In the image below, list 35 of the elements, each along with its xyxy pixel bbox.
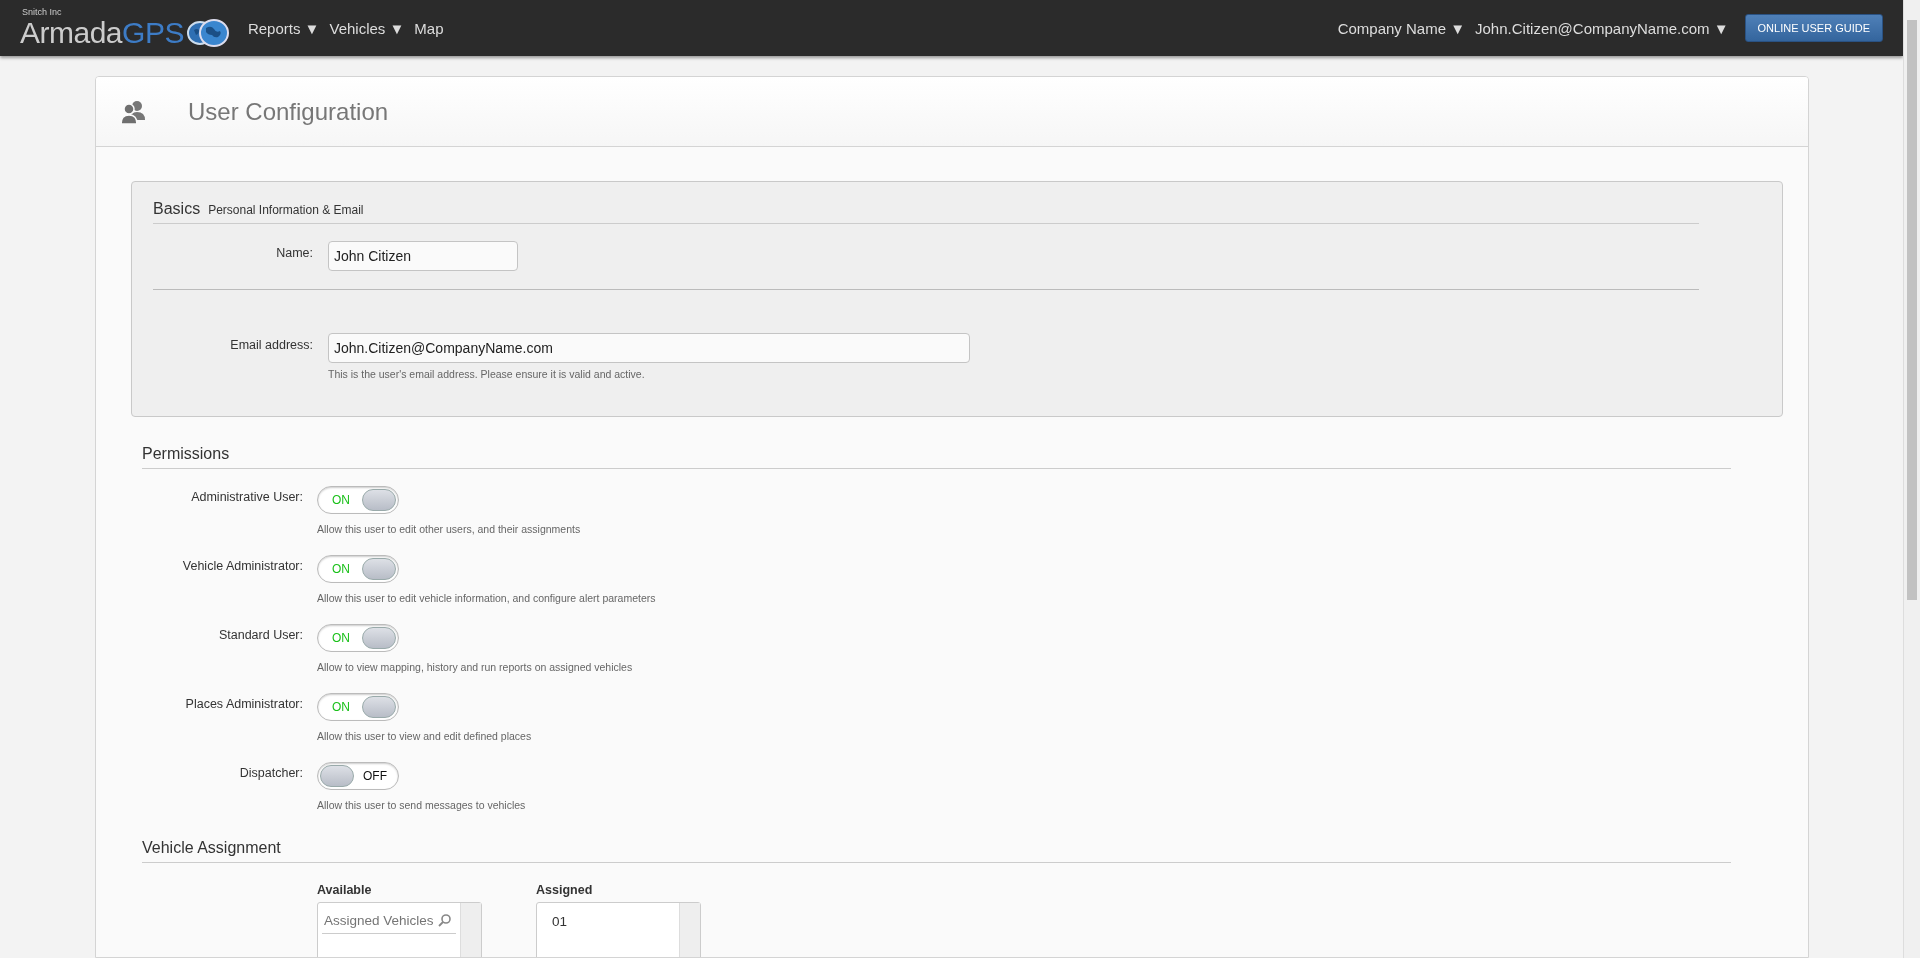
permission-hint: Allow this user to send messages to vehicles <box>317 799 527 811</box>
assigned-vehicles-list[interactable]: 01 <box>536 902 701 957</box>
list-heading: Assigned <box>536 883 594 897</box>
page-title: User Configuration <box>188 97 389 126</box>
available-vehicles-list[interactable]: Assigned Vehicles <box>317 902 482 957</box>
section-heading: Basics <box>153 200 201 218</box>
nav-menu-link[interactable]: Vehicles ▼ <box>329 19 405 37</box>
field-label: Email address: <box>229 337 313 352</box>
permission-label: Dispatcher: <box>238 765 303 782</box>
vehicle-list-item[interactable]: 01 <box>541 907 675 936</box>
logo-text: ArmadaGPS <box>20 18 184 48</box>
section-heading: Permissions <box>142 445 1731 469</box>
nav-menu-link[interactable]: Reports ▼ <box>247 19 320 37</box>
account-menu-link[interactable]: John.Citizen@CompanyName.com ▼ <box>1475 19 1729 37</box>
name-field[interactable]: John Citizen <box>328 241 518 271</box>
email-field[interactable]: John.Citizen@CompanyName.com <box>328 333 970 363</box>
toggle-switch[interactable]: OFF <box>317 762 399 790</box>
user-guide-button[interactable]: ONLINE USER GUIDE <box>1744 14 1883 42</box>
permission-label: Standard User: <box>217 627 303 644</box>
section-heading: Vehicle Assignment <box>142 839 1731 863</box>
permission-hint: Allow to view mapping, history and run reports on assigned vehicles <box>317 661 634 673</box>
list-heading: Available <box>317 883 373 897</box>
section-subheading: Personal Information & Email <box>208 203 364 217</box>
nav-menu-link[interactable]: Map <box>414 19 444 37</box>
permission-label: Vehicle Administrator: <box>181 558 303 575</box>
permission-hint: Allow this user to view and edit defined places <box>317 730 533 742</box>
search-field[interactable]: Assigned Vehicles <box>322 907 456 934</box>
permission-label: Places Administrator: <box>184 696 303 713</box>
company-name: Snitch Inc <box>22 8 63 17</box>
permission-hint: Allow this user to edit vehicle information, and configure alert parameters <box>317 592 657 604</box>
field-hint: This is the user's email address. Please ensure it is valid and active. <box>328 368 646 380</box>
account-menu-link[interactable]: Company Name ▼ <box>1337 19 1466 37</box>
field-label: Name: <box>275 245 313 260</box>
permission-hint: Allow this user to edit other users, and their assignments <box>317 523 582 535</box>
permission-label: Administrative User: <box>190 489 303 506</box>
